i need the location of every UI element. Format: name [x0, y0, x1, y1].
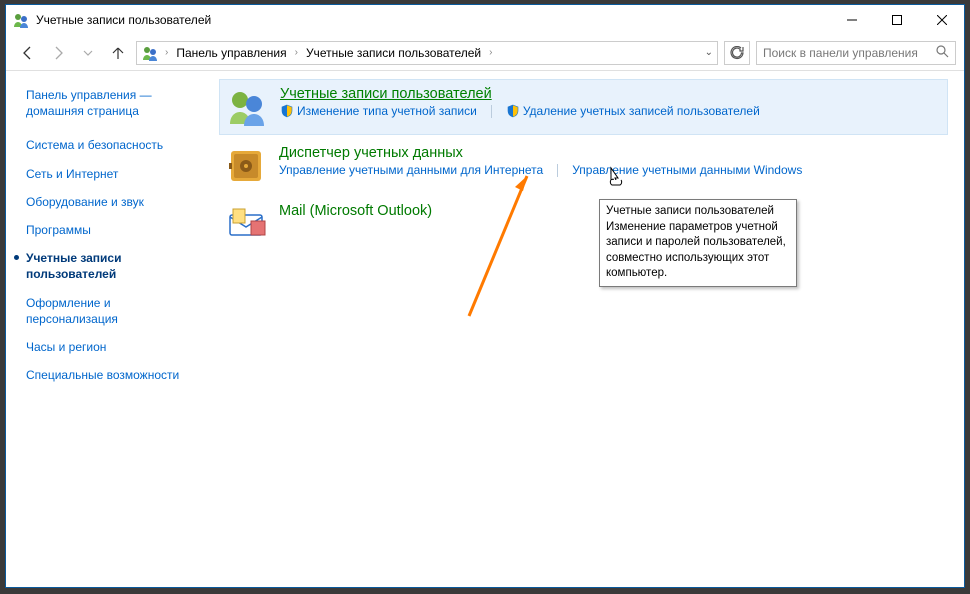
sidebar-item[interactable]: Сеть и Интернет — [26, 166, 211, 182]
breadcrumb-root[interactable]: Панель управления — [172, 46, 290, 60]
chevron-down-icon[interactable]: ⌄ — [705, 47, 713, 58]
sidebar-item[interactable]: Часы и регион — [26, 339, 211, 355]
control-panel-window: Учетные записи пользователей › Панель уп… — [5, 4, 965, 588]
sub-link-remove-accounts[interactable]: Удаление учетных записей пользователей — [506, 104, 760, 118]
titlebar: Учетные записи пользователей — [6, 5, 964, 35]
refresh-button[interactable] — [724, 41, 750, 65]
mail-icon — [225, 203, 267, 245]
sub-link-change-account-type[interactable]: Изменение типа учетной записи — [280, 104, 477, 118]
chevron-right-icon: › — [487, 47, 494, 58]
sidebar-item[interactable]: Оформление и персонализация — [26, 295, 211, 327]
window-title: Учетные записи пользователей — [36, 13, 829, 27]
up-button[interactable] — [106, 41, 130, 65]
navigation-row: › Панель управления › Учетные записи пол… — [6, 35, 964, 71]
sub-link-label: Изменение типа учетной записи — [297, 104, 477, 118]
cursor-icon — [605, 166, 625, 190]
sidebar-item-active[interactable]: Учетные записи пользователей — [26, 250, 211, 282]
forward-button[interactable] — [46, 41, 70, 65]
window-controls — [829, 5, 964, 35]
category-mail[interactable]: Mail (Microsoft Outlook) — [219, 197, 948, 251]
shield-icon — [506, 104, 520, 118]
content-pane: Учетные записи пользователей Изменение т… — [211, 71, 964, 587]
category-title[interactable]: Диспетчер учетных данных — [279, 145, 942, 161]
safe-icon — [225, 145, 267, 187]
tooltip-body: Изменение параметров учетной записи и па… — [606, 220, 790, 282]
users-icon — [141, 44, 159, 62]
sidebar-item[interactable]: Программы — [26, 222, 211, 238]
users-icon — [12, 11, 30, 29]
sidebar-item[interactable]: Специальные возможности — [26, 367, 211, 383]
sub-link-web-credentials[interactable]: Управление учетными данными для Интернет… — [279, 163, 543, 177]
close-button[interactable] — [919, 5, 964, 35]
category-title[interactable]: Учетные записи пользователей — [280, 86, 941, 102]
sidebar-item[interactable]: Оборудование и звук — [26, 194, 211, 210]
user-accounts-icon — [226, 86, 268, 128]
chevron-right-icon: › — [293, 47, 300, 58]
minimize-button[interactable] — [829, 5, 874, 35]
sidebar-home[interactable]: Панель управления — домашняя страница — [26, 87, 211, 119]
sub-link-label: Управление учетными данными для Интернет… — [279, 163, 543, 177]
chevron-right-icon: › — [163, 47, 170, 58]
body-area: Панель управления — домашняя страница Си… — [6, 71, 964, 587]
tooltip-title: Учетные записи пользователей — [606, 204, 790, 220]
recent-dropdown[interactable] — [76, 41, 100, 65]
tooltip: Учетные записи пользователей Изменение п… — [599, 199, 797, 287]
search-icon[interactable] — [936, 45, 949, 61]
sidebar-item[interactable]: Система и безопасность — [26, 137, 211, 153]
category-credential-manager[interactable]: Диспетчер учетных данных Управление учет… — [219, 139, 948, 193]
category-user-accounts[interactable]: Учетные записи пользователей Изменение т… — [219, 79, 948, 135]
shield-icon — [280, 104, 294, 118]
breadcrumb-section[interactable]: Учетные записи пользователей — [302, 46, 485, 60]
maximize-button[interactable] — [874, 5, 919, 35]
search-box[interactable] — [756, 41, 956, 65]
sidebar: Панель управления — домашняя страница Си… — [6, 71, 211, 587]
sub-link-label: Удаление учетных записей пользователей — [523, 104, 760, 118]
back-button[interactable] — [16, 41, 40, 65]
search-input[interactable] — [763, 46, 936, 60]
breadcrumb[interactable]: › Панель управления › Учетные записи пол… — [136, 41, 718, 65]
